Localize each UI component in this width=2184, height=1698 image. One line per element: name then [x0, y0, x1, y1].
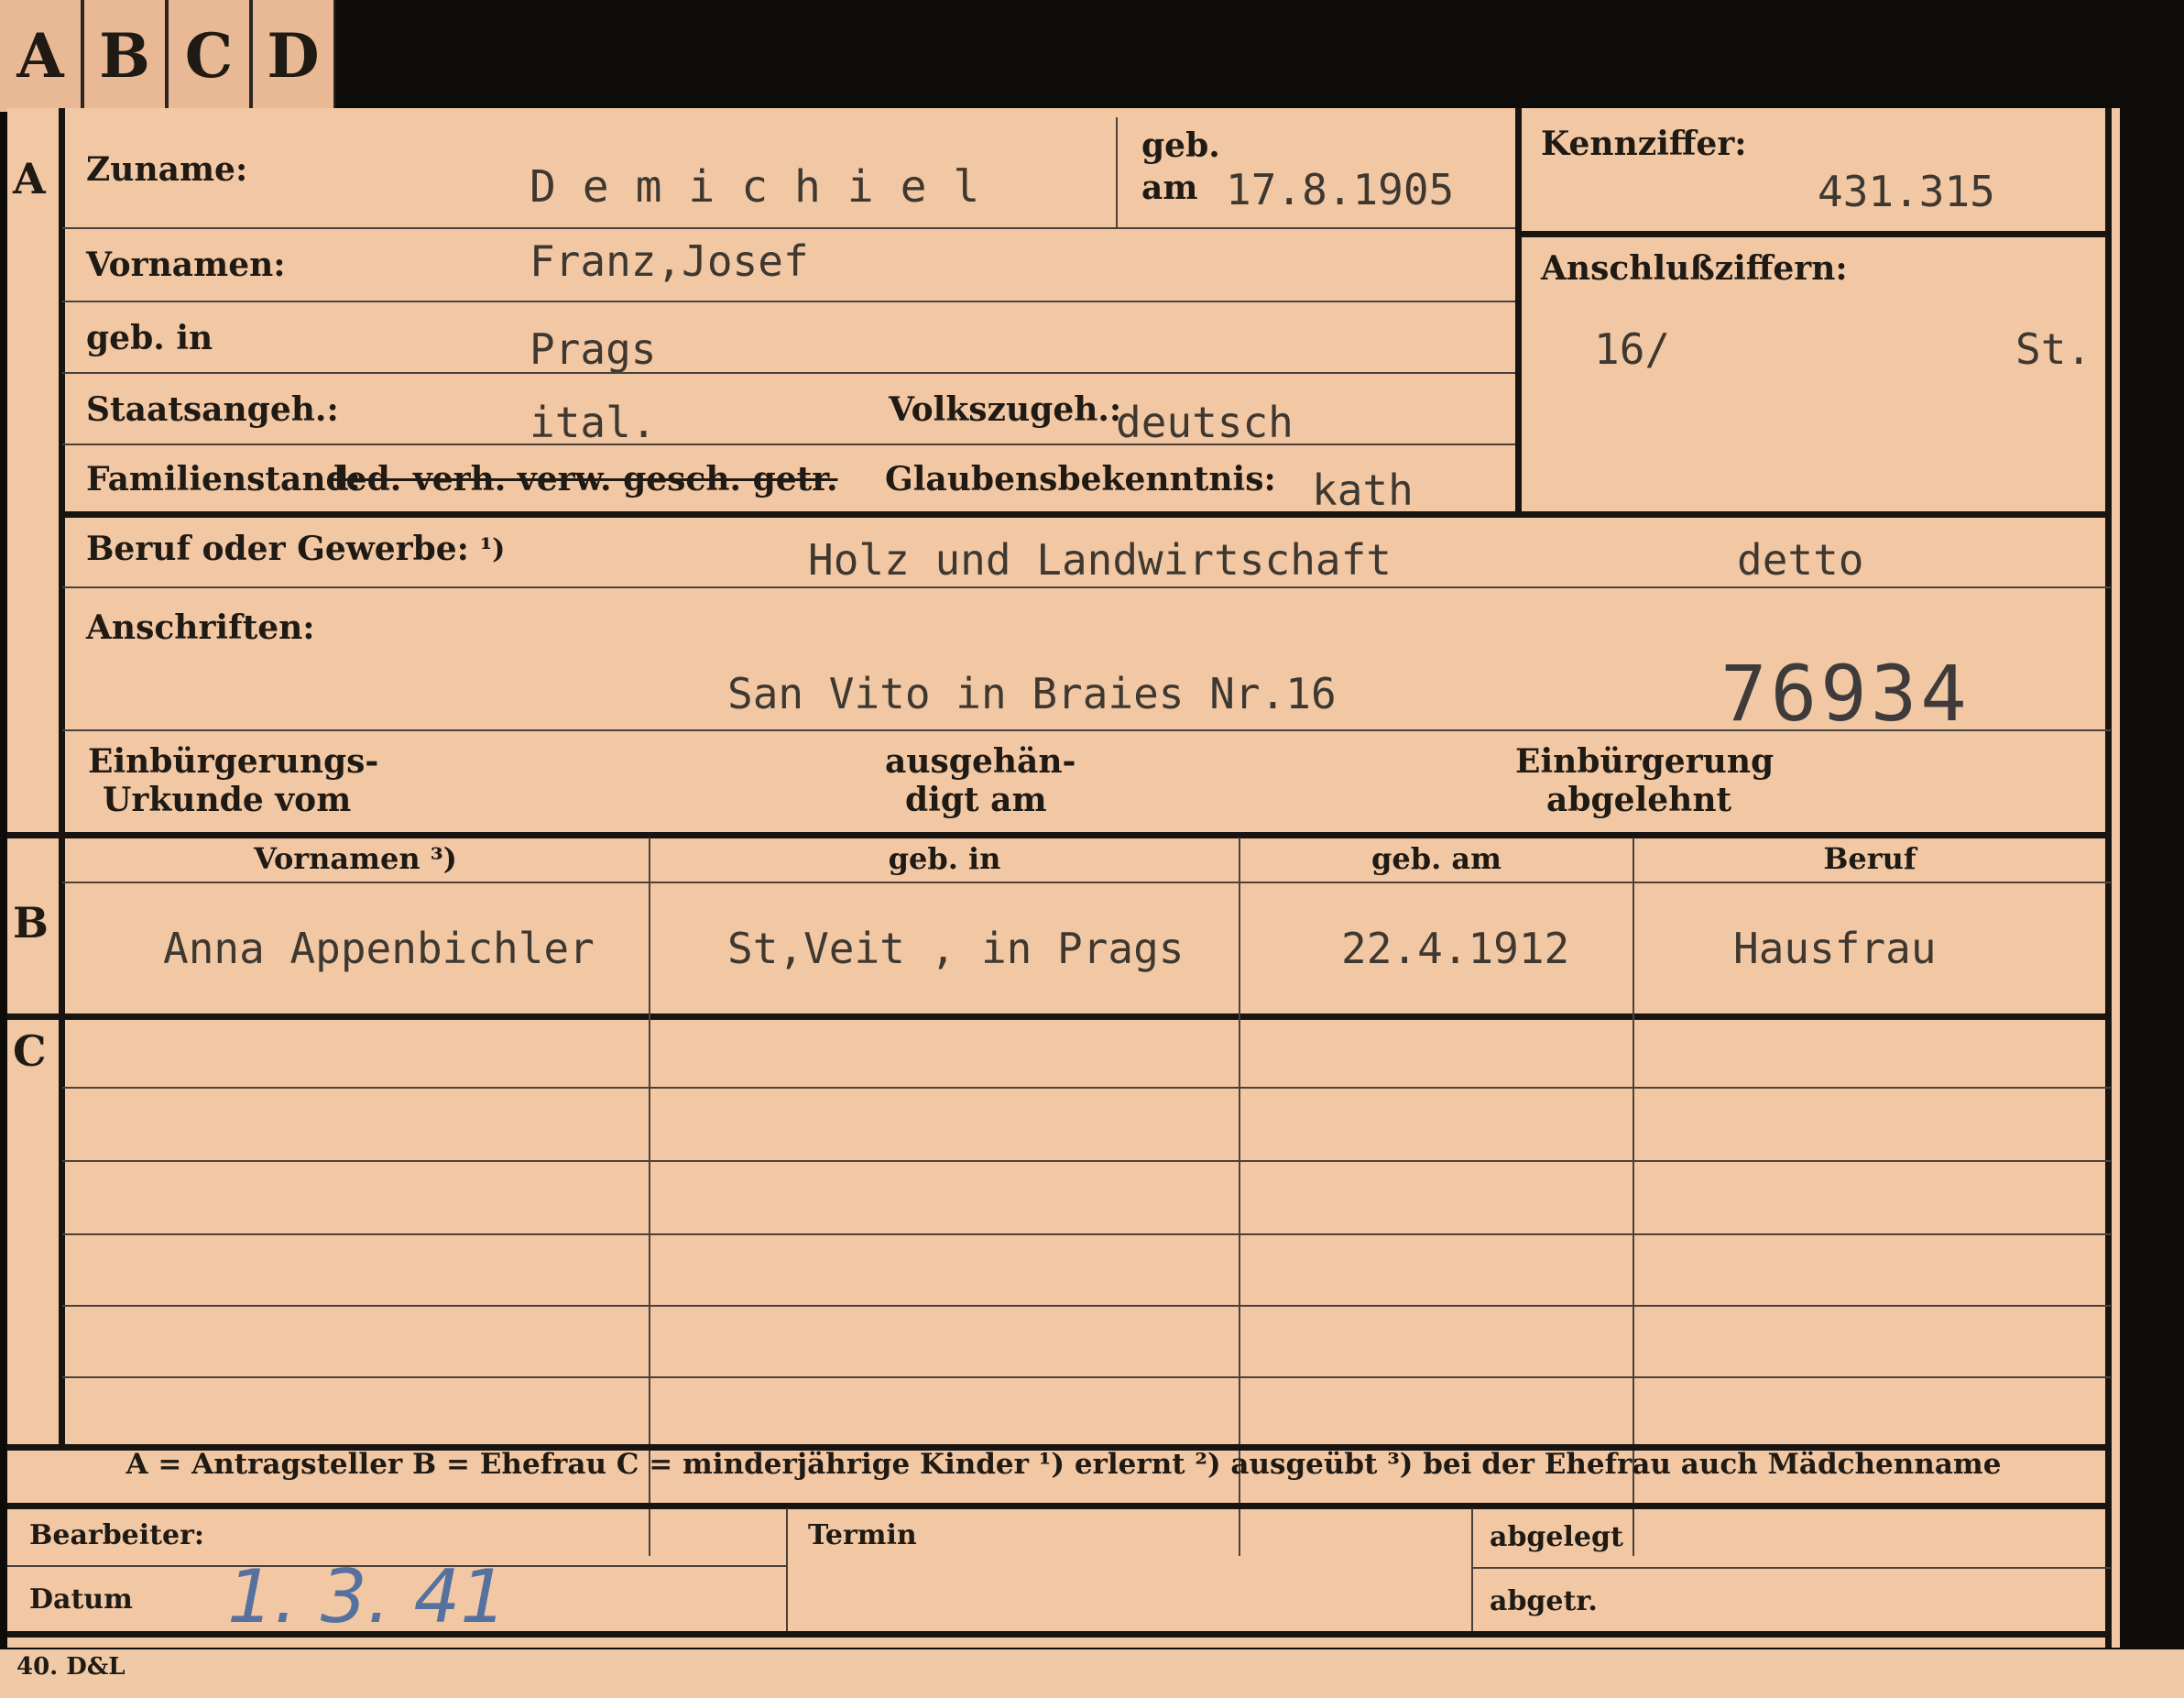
divider — [7, 1503, 2111, 1509]
divider — [62, 1376, 2111, 1378]
section-c-marker: C — [13, 1026, 47, 1076]
divider — [62, 444, 1515, 445]
beruf-label: Beruf oder Gewerbe: — [86, 530, 469, 568]
einbuergerung-abgelehnt-label-1: Einbürgerung — [1515, 742, 1774, 781]
divider — [1515, 108, 1522, 517]
beruf-footnote: ¹) — [480, 533, 506, 565]
zuname-label: Zuname: — [86, 150, 248, 189]
anschlussziffern-value: 16/ — [1594, 324, 1671, 374]
divider — [7, 1631, 2111, 1638]
vornamen-label: Vornamen: — [86, 246, 286, 284]
divider — [62, 372, 1515, 374]
divider — [1116, 117, 1118, 227]
spouse-header-geb-in: geb. in — [888, 841, 1001, 876]
kennziffer-label: Kennziffer: — [1541, 125, 1747, 163]
anschriften-label: Anschriften: — [86, 608, 315, 647]
divider — [62, 1160, 2111, 1162]
card-bottom-strip: 40. D&L — [0, 1649, 2184, 1698]
am-label: am — [1141, 169, 1198, 207]
divider — [62, 729, 2111, 731]
divider — [62, 882, 2111, 883]
divider — [62, 511, 2111, 518]
datum-label: Datum — [29, 1583, 133, 1616]
beruf-value-2: detto — [1737, 535, 1864, 585]
ausgehaendigt-label-1: ausgehän- — [885, 742, 1076, 781]
abgelegt-label: abgelegt — [1490, 1521, 1623, 1553]
divider — [62, 1087, 2111, 1089]
divider — [7, 832, 2111, 838]
beruf-value: Holz und Landwirtschaft — [808, 535, 1392, 585]
tab-b: B — [84, 0, 169, 112]
divider — [1471, 1508, 1473, 1631]
divider — [2105, 108, 2112, 1648]
geb-in-value: Prags — [530, 324, 657, 374]
datum-value: 1. 3. 41 — [227, 1554, 508, 1639]
spouse-header-beruf: Beruf — [1823, 841, 1916, 876]
divider — [786, 1508, 788, 1631]
spouse-geb-in: St,Veit , in Prags — [727, 924, 1185, 973]
glaubensbekenntnis-value: kath — [1312, 466, 1414, 515]
divider — [62, 301, 1515, 302]
divider — [59, 108, 65, 1446]
kennziffer-value: 431.315 — [1818, 167, 1995, 216]
familienstand-options: led. verh. verw. gesch. getr. — [333, 460, 838, 498]
divider — [62, 227, 1515, 229]
familienstand-label: Familienstand: — [86, 460, 361, 498]
anschlussziffern-suffix: St. — [2015, 324, 2092, 374]
geb-in-label: geb. in — [86, 319, 213, 357]
staatsangehoerigkeit-label: Staatsangeh.: — [86, 390, 339, 429]
divider — [62, 1233, 2111, 1235]
legend: A = Antragsteller B = Ehefrau C = minder… — [126, 1448, 2002, 1481]
spouse-vornamen: Anna Appenbichler — [163, 924, 595, 973]
einbuergerung-urkunde-label-2: Urkunde vom — [103, 781, 352, 819]
vornamen-value: Franz,Josef — [530, 236, 809, 286]
volkszugehoerigkeit-label: Volkszugeh.: — [889, 390, 1122, 429]
einbuergerung-urkunde-label-1: Einbürgerungs- — [88, 742, 379, 781]
staatsangehoerigkeit-value: ital. — [530, 398, 657, 447]
abgetragen-label: abgetr. — [1490, 1585, 1598, 1617]
anschriften-value: San Vito in Braies Nr.16 — [727, 669, 1337, 718]
divider — [62, 1305, 2111, 1307]
divider — [62, 586, 2111, 588]
stamp-number: 76934 — [1720, 649, 1971, 739]
registration-card: A Zuname: D e m i c h i e l geb. am 17.8… — [7, 108, 2120, 1648]
tab-d: D — [267, 20, 320, 92]
section-b-marker: B — [13, 898, 49, 948]
bearbeiter-label: Bearbeiter: — [29, 1519, 204, 1551]
divider — [1515, 231, 2111, 237]
ausgehaendigt-label-2: digt am — [905, 781, 1047, 819]
print-code: 40. D&L — [16, 1653, 126, 1681]
tab-a: A — [0, 0, 84, 112]
spouse-beruf: Hausfrau — [1733, 924, 1937, 973]
spouse-header-geb-am: geb. am — [1371, 841, 1502, 876]
geb-am-value: 17.8.1905 — [1226, 165, 1455, 214]
spouse-header-vornamen: Vornamen ³) — [254, 841, 457, 876]
glaubensbekenntnis-label: Glaubensbekenntnis: — [885, 460, 1276, 498]
section-a-marker: A — [13, 154, 46, 203]
divider — [1471, 1567, 2111, 1569]
volkszugehoerigkeit-value: deutsch — [1116, 398, 1294, 447]
divider — [7, 1013, 2111, 1020]
anschlussziffern-label: Anschlußziffern: — [1541, 249, 1848, 288]
spouse-geb-am: 22.4.1912 — [1341, 924, 1570, 973]
geb-label: geb. — [1141, 126, 1220, 165]
einbuergerung-abgelehnt-label-2: abgelehnt — [1546, 781, 1732, 819]
zuname-value: D e m i c h i e l — [530, 161, 980, 213]
termin-label: Termin — [808, 1519, 917, 1551]
tab-c: C — [169, 0, 253, 112]
index-tabs: A B C D — [0, 0, 335, 112]
